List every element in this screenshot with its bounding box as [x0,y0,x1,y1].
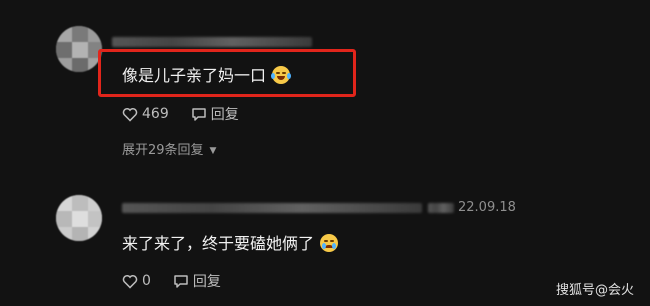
username-redacted[interactable] [112,37,312,47]
reply-button[interactable]: 回复 [173,271,221,291]
like-count: 469 [142,106,169,122]
reply-icon [191,107,206,121]
reply-label: 回复 [210,107,239,123]
crying-emoji [320,234,339,252]
comment-actions: 469 回复 [122,104,261,124]
reply-icon [174,274,188,288]
expand-replies-label: 展开29条回复 [122,143,204,158]
like-count: 0 [142,273,151,289]
comment-text: 来了来了，终于要磕她俩了 [122,230,339,254]
comment-date: 22.09.18 [458,200,516,215]
like-button[interactable]: 469 [122,106,169,122]
avatar[interactable] [56,195,102,241]
comment-actions: 0 回复 [122,271,243,291]
caret-down-icon: ▼ [209,146,217,156]
comment-text-content: 来了来了，终于要磕她俩了 [122,234,315,253]
reply-label: 回复 [192,274,221,290]
heart-icon [122,107,138,122]
heart-icon [122,274,138,289]
username-redacted-2 [428,203,454,213]
like-button[interactable]: 0 [122,273,151,289]
watermark: 搜狐号@会火 [555,283,634,298]
expand-replies[interactable]: 展开29条回复 ▼ [122,139,216,158]
username-redacted[interactable] [122,203,422,213]
avatar[interactable] [56,26,102,72]
highlight-box [98,49,356,97]
reply-button[interactable]: 回复 [191,104,239,124]
